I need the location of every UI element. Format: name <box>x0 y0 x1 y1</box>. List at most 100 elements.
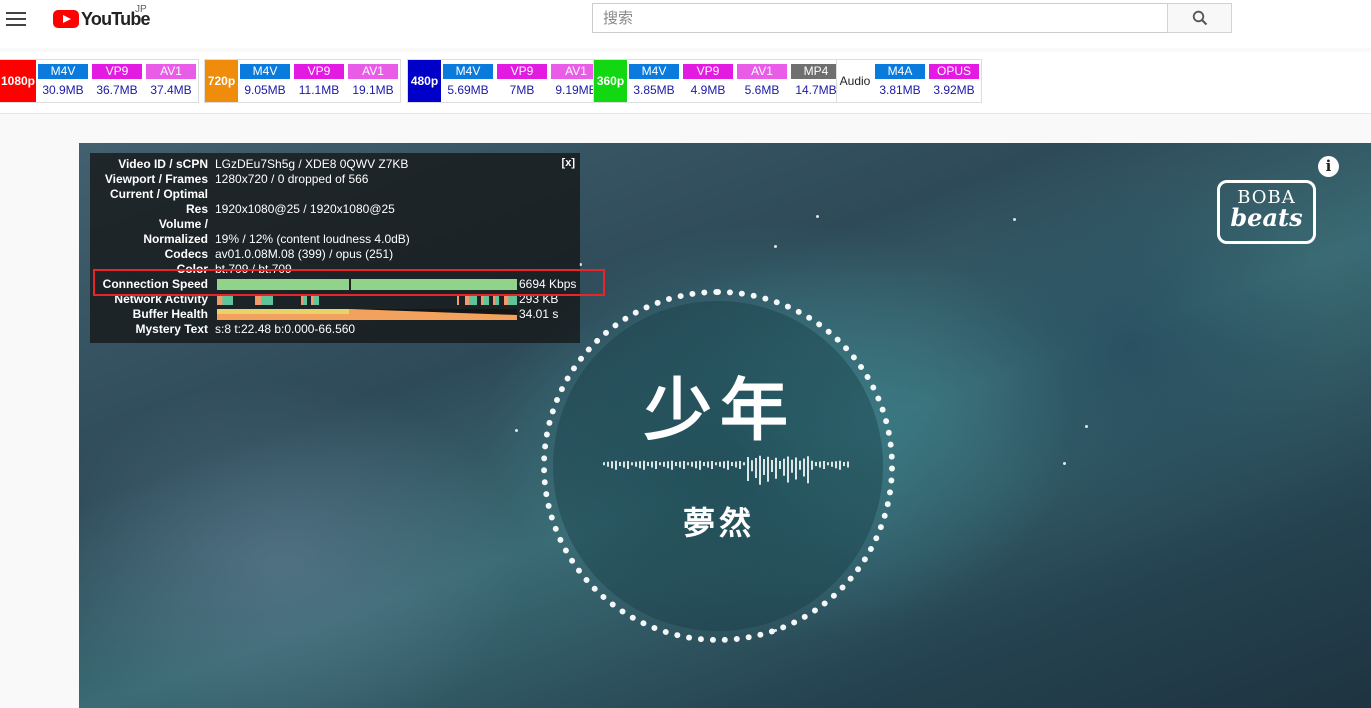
waveform-bar <box>615 460 617 470</box>
file-size[interactable]: 36.7MB <box>96 83 137 97</box>
youtube-play-icon <box>53 10 79 28</box>
codec-tag[interactable]: M4V <box>38 64 88 79</box>
waveform-bar <box>783 458 785 476</box>
file-size[interactable]: 14.7MB <box>795 83 836 97</box>
stat-label: Volume / <box>158 217 208 231</box>
sparkle <box>1063 462 1066 465</box>
format-option[interactable]: VP9 36.7MB <box>90 60 144 102</box>
codec-tag[interactable]: VP9 <box>294 64 344 79</box>
stat-row: Buffer Health 34.01 s <box>90 307 580 322</box>
stat-label: Mystery Text <box>135 322 208 336</box>
codec-tag[interactable]: M4V <box>629 64 679 79</box>
buf-graph <box>217 309 517 320</box>
stat-value: 1280x720 / 0 dropped of 566 <box>215 172 369 186</box>
stat-value: 1920x1080@25 / 1920x1080@25 <box>215 202 395 216</box>
file-size[interactable]: 3.92MB <box>933 83 974 97</box>
stat-row: Viewport / Frames 1280x720 / 0 dropped of… <box>90 172 580 187</box>
waveform-bar <box>711 461 713 469</box>
file-size[interactable]: 19.1MB <box>352 83 393 97</box>
format-option[interactable]: OPUS 3.92MB <box>927 60 981 102</box>
resolution-label: 480p <box>408 60 441 102</box>
stat-row: Res 1920x1080@25 / 1920x1080@25 <box>90 202 580 217</box>
stat-label: Video ID / sCPN <box>118 157 208 171</box>
waveform-bar <box>687 462 689 466</box>
codec-tag[interactable]: MP4 <box>791 64 841 79</box>
file-size[interactable]: 7MB <box>510 83 535 97</box>
search-button[interactable] <box>1167 3 1232 33</box>
stat-label: Buffer Health <box>132 307 208 321</box>
file-size[interactable]: 5.69MB <box>447 83 488 97</box>
file-size[interactable]: 4.9MB <box>691 83 726 97</box>
waveform-bar <box>663 461 665 467</box>
format-option[interactable]: M4V 5.69MB <box>441 60 495 102</box>
file-size[interactable]: 3.81MB <box>879 83 920 97</box>
format-option[interactable]: VP9 11.1MB <box>292 60 346 102</box>
file-size[interactable]: 9.05MB <box>244 83 285 97</box>
boba-beats-logo: BOBA beats <box>1217 180 1316 244</box>
waveform-bar <box>695 461 697 469</box>
codec-tag[interactable]: VP9 <box>92 64 142 79</box>
waveform-bar <box>631 462 633 466</box>
masthead: YouTube JP <box>0 0 1371 48</box>
waveform-bar <box>747 457 749 481</box>
format-option[interactable]: M4V 9.05MB <box>238 60 292 102</box>
waveform-bar <box>619 462 621 466</box>
codec-tag[interactable]: OPUS <box>929 64 979 79</box>
codec-tag[interactable]: M4V <box>443 64 493 79</box>
file-size[interactable]: 37.4MB <box>150 83 191 97</box>
file-size[interactable]: 5.6MB <box>745 83 780 97</box>
format-option[interactable]: VP9 4.9MB <box>681 60 735 102</box>
waveform-bar <box>655 461 657 469</box>
format-option[interactable]: AV1 5.6MB <box>735 60 789 102</box>
waveform-bar <box>683 461 685 469</box>
sparkle <box>515 429 518 432</box>
waveform-bar <box>823 461 825 469</box>
search-input[interactable] <box>593 4 1167 32</box>
codec-tag[interactable]: AV1 <box>146 64 196 79</box>
stat-value: LGzDEu7Sh5g / XDE8 0QWV Z7KB <box>215 157 409 171</box>
format-option[interactable]: M4V 3.85MB <box>627 60 681 102</box>
video-player[interactable]: 少年 夢然 BOBA beats i [x] Video ID / sCPN LG… <box>79 143 1371 708</box>
codec-tag[interactable]: M4V <box>240 64 290 79</box>
waveform-bar <box>759 455 761 485</box>
format-option[interactable]: AV1 19.1MB <box>346 60 400 102</box>
codec-tag[interactable]: AV1 <box>737 64 787 79</box>
waveform-bar <box>751 460 753 472</box>
file-size[interactable]: 9.19MB <box>555 83 596 97</box>
format-option[interactable]: M4A 3.81MB <box>873 60 927 102</box>
format-option[interactable]: MP4 14.7MB <box>789 60 843 102</box>
waveform-bar <box>767 456 769 482</box>
stat-label: Res <box>185 202 208 216</box>
waveform-bar <box>835 461 837 469</box>
stat-label: Codecs <box>164 247 208 261</box>
codec-tag[interactable]: M4A <box>875 64 925 79</box>
format-group: Audio M4A 3.81MB OPUS 3.92MB <box>836 59 982 103</box>
waveform-bar <box>819 461 821 468</box>
file-size[interactable]: 11.1MB <box>299 83 339 97</box>
waveform-bar <box>743 462 745 466</box>
file-size[interactable]: 30.9MB <box>42 83 83 97</box>
waveform-bar <box>787 456 789 483</box>
codec-tag[interactable]: VP9 <box>497 64 547 79</box>
format-option[interactable]: VP9 7MB <box>495 60 549 102</box>
waveform-bar <box>839 460 841 470</box>
sparkle <box>1085 425 1088 428</box>
format-option[interactable]: AV1 37.4MB <box>144 60 198 102</box>
youtube-logo[interactable]: YouTube JP <box>53 4 151 30</box>
waveform-bar <box>679 461 681 468</box>
waveform-bar <box>643 460 645 470</box>
info-icon[interactable]: i <box>1318 156 1339 177</box>
waveform-bar <box>671 460 673 470</box>
codec-tag[interactable]: VP9 <box>683 64 733 79</box>
menu-icon[interactable] <box>6 8 28 28</box>
resolution-label: Audio <box>837 60 873 102</box>
stat-value: av01.0.08M.08 (399) / opus (251) <box>215 247 394 261</box>
waveform-bar <box>775 457 777 479</box>
waveform-bar <box>723 461 725 469</box>
codec-tag[interactable]: AV1 <box>348 64 398 79</box>
stat-row: Video ID / sCPN LGzDEu7Sh5g / XDE8 0QWV Z… <box>90 157 580 172</box>
file-size[interactable]: 3.85MB <box>633 83 674 97</box>
format-option[interactable]: M4V 30.9MB <box>36 60 90 102</box>
waveform-bar <box>635 461 637 467</box>
waveform-bar <box>815 462 817 466</box>
